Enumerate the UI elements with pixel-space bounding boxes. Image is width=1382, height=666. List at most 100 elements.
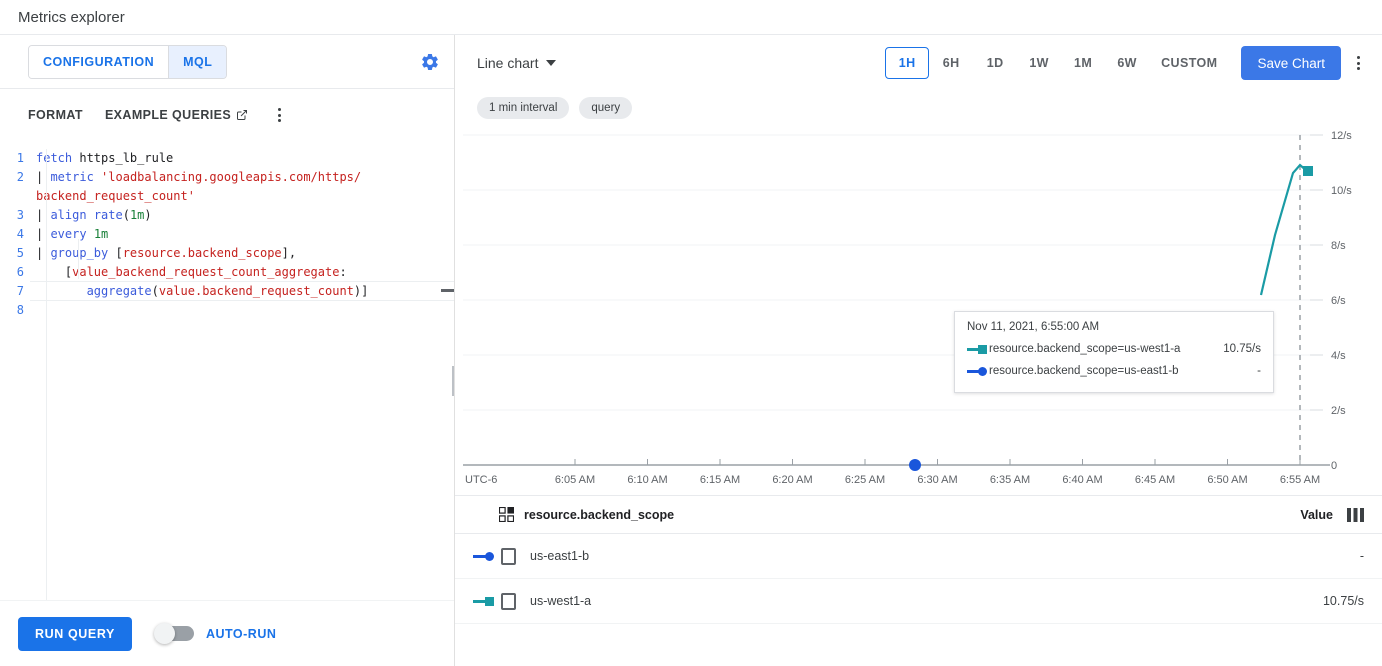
legend-checkbox[interactable] [501,593,516,610]
line-number: 6 [0,263,30,282]
code-line[interactable]: [value_backend_request_count_aggregate: [36,263,454,282]
time-range-1m[interactable]: 1M [1061,47,1105,79]
auto-run-toggle[interactable]: AUTO-RUN [156,626,276,641]
external-link-icon [236,109,248,121]
legend-series-value: - [1360,549,1364,563]
time-range-1w[interactable]: 1W [1017,47,1061,79]
chip[interactable]: 1 min interval [477,97,569,119]
x-tick-label: 6:20 AM [772,474,812,486]
editor-tab-bar: CONFIGURATION MQL [0,35,454,89]
legend-row-us-east1-b[interactable]: us-east1-b - [455,534,1382,579]
line-divider [30,281,454,282]
code-token: | [36,246,50,260]
tooltip-row: resource.backend_scope=us-east1-b - [967,360,1261,382]
chevron-down-icon [546,60,556,66]
format-button[interactable]: FORMAT [28,108,83,122]
tooltip-swatch-east [967,365,989,377]
line-chart-svg: 02/s4/s6/s8/s10/s12/s UTC-66:05 AM6:10 A… [455,125,1382,495]
chart-canvas[interactable]: 02/s4/s6/s8/s10/s12/s UTC-66:05 AM6:10 A… [455,125,1382,495]
legend-row-us-west1-a[interactable]: us-west1-a 10.75/s [455,579,1382,624]
settings-button[interactable] [420,52,440,72]
query-actions: RUN QUERY AUTO-RUN [0,600,454,666]
chart-more-button[interactable] [1349,52,1368,74]
code-line[interactable]: | every 1m [36,225,454,244]
series-marker-us-east1-b [909,459,921,471]
code-line[interactable] [36,301,454,320]
dot [278,108,281,111]
time-range-1h[interactable]: 1H [885,47,929,79]
code-token: )] [354,284,368,298]
pane-drag-handle[interactable] [452,366,454,396]
code-token: ) [144,208,151,222]
line-number: 1 [0,149,30,168]
chip[interactable]: query [579,97,632,119]
time-range-group: 1H6H1D1W1M6WCUSTOM [885,47,1229,79]
code-token: [ [108,246,122,260]
code-token: aggregate [87,284,152,298]
legend-checkbox[interactable] [501,548,516,565]
save-chart-button[interactable]: Save Chart [1241,46,1341,80]
line-divider [30,300,454,301]
code-line[interactable]: fetch https_lb_rule [36,149,454,168]
line-number: 7 [0,282,30,301]
code-token: 'loadbalancing.googleapis.com/https/ [101,170,361,184]
gear-icon [420,52,440,72]
y-tick-label: 10/s [1331,185,1352,197]
code-token: group_by [50,246,108,260]
line-number: 4 [0,225,30,244]
run-query-button[interactable]: RUN QUERY [18,617,132,651]
tab-configuration[interactable]: CONFIGURATION [29,46,168,78]
code-token: backend_request_count' [36,189,195,203]
columns-icon[interactable] [1347,508,1364,522]
code-token [87,208,94,222]
code-token: 1m [130,208,144,222]
mode-segmented-control: CONFIGURATION MQL [28,45,227,79]
code-line[interactable]: backend_request_count' [36,187,454,206]
code-token [36,284,87,298]
x-tick-label: 6:05 AM [555,474,595,486]
dot [1357,62,1360,65]
y-tick-label: 2/s [1331,405,1346,417]
legend-header-row: resource.backend_scope Value [455,496,1382,534]
x-tick-label: 6:50 AM [1207,474,1247,486]
x-tick-label: 6:55 AM [1280,474,1320,486]
code-token: every [50,227,86,241]
example-queries-button[interactable]: EXAMPLE QUERIES [105,108,248,122]
column-grid-icon[interactable] [499,507,514,522]
time-range-6w[interactable]: 6W [1105,47,1149,79]
editor-more-button[interactable] [270,104,289,126]
time-range-1d[interactable]: 1D [973,47,1017,79]
x-tick-label: 6:30 AM [917,474,957,486]
y-tick-label: 12/s [1331,130,1352,142]
code-content[interactable]: fetch https_lb_rule| metric 'loadbalanci… [30,141,454,600]
code-line[interactable]: aggregate(value.backend_request_count)] [36,282,454,301]
code-token [94,170,101,184]
toggle-switch[interactable] [156,626,194,641]
legend-value-label: Value [1300,508,1333,522]
code-token: : [339,265,346,279]
mql-code-editor[interactable]: 12345678 fetch https_lb_rule| metric 'lo… [0,141,454,600]
tooltip-series-value: 10.75/s [1215,343,1261,355]
indent-guide [78,239,79,279]
tab-mql[interactable]: MQL [168,46,226,78]
chart-type-selector[interactable]: Line chart [477,55,556,71]
page-title: Metrics explorer [0,0,1382,34]
code-token: [ [36,265,72,279]
code-token: resource.backend_scope [123,246,282,260]
time-range-custom[interactable]: CUSTOM [1149,47,1229,79]
tooltip-series-name: resource.backend_scope=us-east1-b [989,365,1205,377]
line-number-gutter: 12345678 [0,141,30,600]
code-token: https_lb_rule [79,151,173,165]
tooltip-swatch-west [967,343,989,355]
code-token: ( [123,208,130,222]
code-line[interactable]: | group_by [resource.backend_scope], [36,244,454,263]
editor-resize-handle[interactable] [441,289,454,292]
code-line[interactable]: | align rate(1m) [36,206,454,225]
code-line[interactable]: | metric 'loadbalancing.googleapis.com/h… [36,168,454,187]
legend-swatch-west [473,595,501,607]
dot [1357,67,1360,70]
x-tick-label: 6:10 AM [627,474,667,486]
query-editor-pane: CONFIGURATION MQL FORMAT EXAMPLE QUERIES [0,35,455,666]
chart-pane: Line chart 1H6H1D1W1M6WCUSTOM Save Chart… [455,35,1382,666]
time-range-6h[interactable]: 6H [929,47,973,79]
